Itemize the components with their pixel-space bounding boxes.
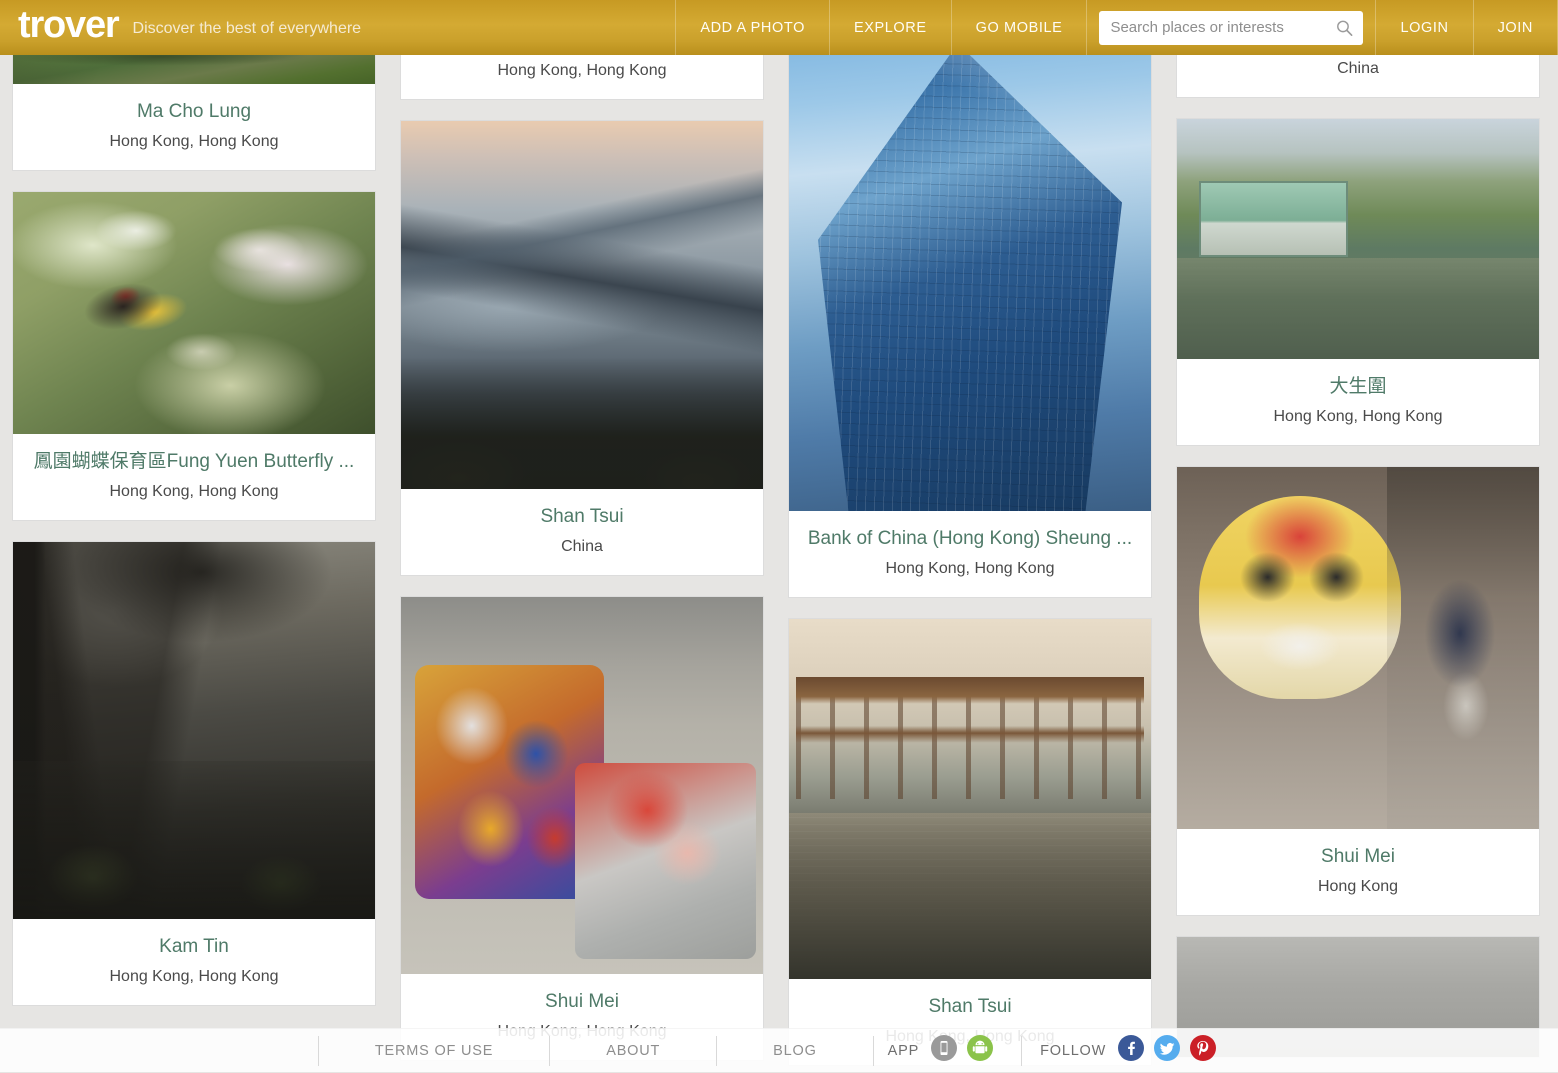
- twitter-icon[interactable]: [1154, 1035, 1180, 1066]
- main-nav: ADD A PHOTO EXPLORE GO MOBILE LOGIN JOIN: [675, 0, 1558, 55]
- card-caption: 大生圍 Hong Kong, Hong Kong: [1177, 359, 1539, 445]
- grid-column-1: Ma Cho LungHong Kong, Hong Kong鳳園蝴蝶保育區Fu…: [12, 55, 376, 1026]
- search-box[interactable]: [1099, 11, 1363, 45]
- bank-of-china-tower-photo[interactable]: [789, 55, 1151, 511]
- footer-about[interactable]: ABOUT: [550, 1036, 717, 1066]
- photo-grid: Ma Cho LungHong Kong, Hong Kong鳳園蝴蝶保育區Fu…: [0, 55, 1558, 1072]
- photo-card[interactable]: 大生圍 Hong Kong, Hong Kong: [1176, 118, 1540, 446]
- ios-app-icon[interactable]: [931, 1035, 957, 1066]
- grid-column-3: Bank of China (Hong Kong) Sheung ... Hong…: [788, 55, 1152, 1072]
- photo-card[interactable]: Shan Tsui China: [400, 120, 764, 576]
- photo-card[interactable]: Shui Mei Hong Kong: [1176, 466, 1540, 916]
- photo-art: [401, 121, 763, 489]
- card-place: China: [1187, 59, 1529, 79]
- photo-art: [1177, 467, 1539, 829]
- photo-art: [789, 619, 1151, 979]
- card-place: Hong Kong, Hong Kong: [23, 482, 365, 502]
- card-caption: Ma Cho LungHong Kong, Hong Kong: [401, 55, 763, 99]
- header-spacer: [381, 0, 675, 55]
- card-title[interactable]: Shan Tsui: [411, 505, 753, 529]
- card-caption: Ma Cho Lung Hong Kong, Hong Kong: [13, 84, 375, 170]
- grid-column-4: ShenzhenChina 大生圍 Hong Kong, Hong Kong Shui…: [1176, 55, 1540, 1072]
- chinese-pavilion-water-photo[interactable]: [789, 619, 1151, 979]
- photo-art: [789, 55, 1151, 511]
- footer-blog[interactable]: BLOG: [717, 1036, 874, 1066]
- card-caption: Kam Tin Hong Kong, Hong Kong: [13, 919, 375, 1005]
- footer-inner: TERMS OF USE ABOUT BLOG APP: [318, 1029, 1240, 1073]
- lion-dancer-alley-photo[interactable]: [1177, 467, 1539, 829]
- site-header: trover Discover the best of everywhere A…: [0, 0, 1558, 55]
- footer-terms-of-use[interactable]: TERMS OF USE: [318, 1036, 550, 1066]
- nav-join[interactable]: JOIN: [1473, 0, 1558, 55]
- photo-card[interactable]: Bank of China (Hong Kong) Sheung ... Hong…: [788, 55, 1152, 598]
- photo-card[interactable]: Shui MeiHong Kong, Hong Kong: [400, 596, 764, 1061]
- photo-card[interactable]: ShenzhenChina: [1176, 55, 1540, 98]
- card-title[interactable]: 大生圍: [1187, 375, 1529, 399]
- nav-login[interactable]: LOGIN: [1375, 0, 1472, 55]
- search-input[interactable]: [1099, 11, 1363, 45]
- android-app-icon[interactable]: [967, 1035, 993, 1066]
- lion-dance-costumes-photo[interactable]: [401, 597, 763, 974]
- photo-art: [13, 192, 375, 434]
- card-place: China: [411, 537, 753, 557]
- photo-card[interactable]: Ma Cho LungHong Kong, Hong Kong: [400, 55, 764, 100]
- facebook-icon[interactable]: [1118, 1035, 1144, 1066]
- card-title[interactable]: Ma Cho Lung: [23, 100, 365, 124]
- brand-tagline: Discover the best of everywhere: [133, 19, 362, 39]
- search-container: [1086, 0, 1375, 55]
- card-caption: ShenzhenChina: [1177, 55, 1539, 97]
- card-place: Hong Kong, Hong Kong: [411, 61, 753, 81]
- footer-follow-group: FOLLOW: [1026, 1036, 1240, 1066]
- card-place: Hong Kong: [1187, 877, 1529, 897]
- footer-divider: [1021, 1036, 1022, 1066]
- butterfly-on-flowers-photo[interactable]: [13, 192, 375, 434]
- nav-go-mobile[interactable]: GO MOBILE: [951, 0, 1087, 55]
- nav-add-a-photo[interactable]: ADD A PHOTO: [675, 0, 829, 55]
- photo-art: [13, 55, 375, 84]
- photo-art: [13, 542, 375, 919]
- card-place: Hong Kong, Hong Kong: [23, 132, 365, 152]
- card-caption: Shan Tsui China: [401, 489, 763, 575]
- site-footer: TERMS OF USE ABOUT BLOG APP: [0, 1028, 1558, 1072]
- footer-app-group: APP: [874, 1036, 1017, 1066]
- nav-explore[interactable]: EXPLORE: [829, 0, 951, 55]
- card-title[interactable]: Kam Tin: [23, 935, 365, 959]
- photo-card[interactable]: 鳳園蝴蝶保育區Fung Yuen Butterfly ... Hong Kong,…: [12, 191, 376, 521]
- photo-card[interactable]: Ma Cho Lung Hong Kong, Hong Kong: [12, 55, 376, 171]
- brand[interactable]: trover Discover the best of everywhere: [0, 0, 381, 55]
- card-place: Hong Kong, Hong Kong: [799, 559, 1141, 579]
- card-caption: Bank of China (Hong Kong) Sheung ... Hong…: [789, 511, 1151, 597]
- trover-logo: trover: [18, 4, 119, 46]
- photo-art: [401, 597, 763, 974]
- card-title[interactable]: Bank of China (Hong Kong) Sheung ...: [799, 527, 1141, 551]
- aerial-green-valley-photo[interactable]: [13, 55, 375, 84]
- photo-card[interactable]: Kam Tin Hong Kong, Hong Kong: [12, 541, 376, 1006]
- old-tree-village-wall-photo[interactable]: [13, 542, 375, 919]
- grid-column-2: Ma Cho LungHong Kong, Hong Kong Shan Tsui…: [400, 55, 764, 1072]
- photo-art: [1177, 119, 1539, 359]
- photo-card[interactable]: Shan TsuiHong Kong, Hong Kong: [788, 618, 1152, 1066]
- card-title[interactable]: Shan Tsui: [799, 995, 1141, 1019]
- misty-mountain-ridges-photo[interactable]: [401, 121, 763, 489]
- card-place: Hong Kong, Hong Kong: [23, 967, 365, 987]
- footer-follow-label: FOLLOW: [1040, 1043, 1106, 1059]
- card-caption: Shui Mei Hong Kong: [1177, 829, 1539, 915]
- card-title[interactable]: Shui Mei: [1187, 845, 1529, 869]
- card-title[interactable]: Shui Mei: [411, 990, 753, 1014]
- footer-app-label: APP: [888, 1043, 919, 1059]
- card-place: Hong Kong, Hong Kong: [1187, 407, 1529, 427]
- green-stilt-house-pond-photo[interactable]: [1177, 119, 1539, 359]
- card-title[interactable]: 鳳園蝴蝶保育區Fung Yuen Butterfly ...: [23, 450, 365, 474]
- card-caption: 鳳園蝴蝶保育區Fung Yuen Butterfly ... Hong Kong,…: [13, 434, 375, 520]
- pinterest-icon[interactable]: [1190, 1035, 1216, 1066]
